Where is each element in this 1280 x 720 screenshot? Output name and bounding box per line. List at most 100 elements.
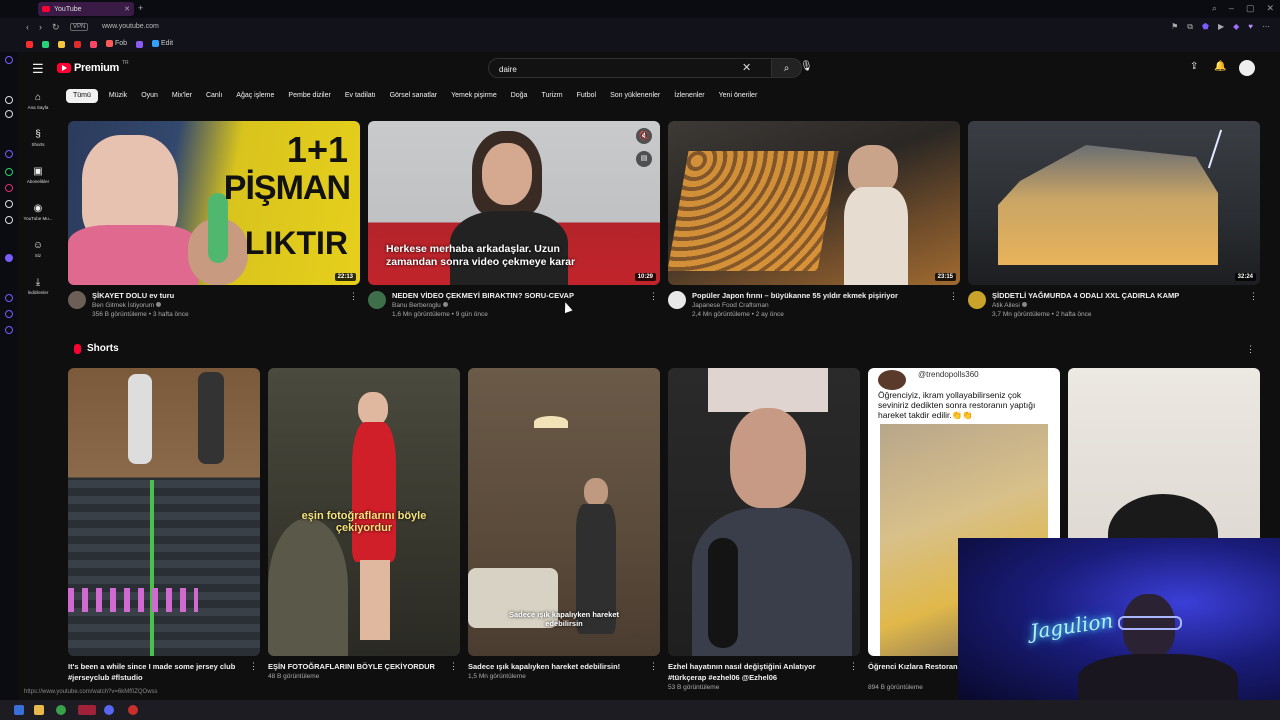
guide-item-subscriptions[interactable]: ▣ Abonelikler [18, 166, 58, 184]
channel-avatar[interactable] [68, 291, 86, 309]
guide-item-shorts[interactable]: § Shorts [18, 129, 58, 147]
heart-icon[interactable]: ♥ [1248, 22, 1253, 32]
short-thumbnail[interactable]: eşin fotoğraflarını böyle çekiyordur [268, 368, 460, 656]
chip[interactable]: Futbol [574, 89, 599, 103]
chip[interactable]: Yeni öneriler [716, 89, 761, 103]
short-card[interactable]: Sadece ışık kapalıyken hareket edebilirs… [468, 368, 660, 680]
short-thumbnail[interactable]: Sadece ışık kapalıyken hareket edebilirs… [468, 368, 660, 656]
bookmark-icon[interactable]: ⚑ [1171, 22, 1178, 32]
video-card[interactable]: 32:24 ŞİDDETLİ YAĞMURDA 4 ODALI XXL ÇADI… [968, 121, 1260, 323]
extension-icon[interactable]: ◆ [1233, 22, 1239, 32]
video-card[interactable]: 23:15 Popüler Japon fırını – büyükanne 5… [668, 121, 960, 323]
chip[interactable]: Yemek pişirme [448, 89, 500, 103]
short-title[interactable]: It's been a while since I made some jers… [68, 661, 244, 683]
microphone-icon[interactable]: 🎙 [800, 61, 813, 72]
shield-icon[interactable]: ⬟ [1202, 22, 1209, 32]
x-icon[interactable] [5, 216, 13, 224]
short-title[interactable]: EŞİN FOTOĞRAFLARINI BÖYLE ÇEKİYORDUR [268, 661, 444, 672]
video-thumbnail[interactable]: 1+1 PİŞMAN LIKTIR 22:13 [68, 121, 360, 285]
more-options-icon[interactable]: ⋮ [849, 661, 858, 672]
chip[interactable]: Tümü [66, 89, 98, 103]
upload-icon[interactable]: ⇪ [1190, 61, 1198, 72]
search-input[interactable] [497, 62, 731, 76]
opera-gx-icon[interactable] [78, 705, 96, 715]
instagram-icon[interactable] [5, 184, 13, 192]
channel-avatar[interactable] [368, 291, 386, 309]
bookmark-fob[interactable]: Fob [106, 40, 127, 47]
video-title[interactable]: ŞİDDETLİ YAĞMURDA 4 ODALI XXL ÇADIRLA KA… [992, 291, 1242, 300]
short-card[interactable]: eşin fotoğraflarını böyle çekiyordur EŞİ… [268, 368, 460, 680]
chip[interactable]: İzlenenler [671, 89, 707, 103]
search-tabs-icon[interactable]: ⌕ [1212, 3, 1217, 14]
sidebar-app-icon[interactable] [5, 326, 13, 334]
tiktok-icon[interactable] [5, 200, 13, 208]
video-thumbnail[interactable]: Herkese merhaba arkadaşlar. Uzun zamanda… [368, 121, 660, 285]
chip[interactable]: Mix'ler [169, 89, 195, 103]
mute-icon[interactable]: 🔇 [636, 128, 652, 144]
bookmark-icon[interactable] [58, 41, 65, 48]
more-options-icon[interactable]: ⋮ [1246, 344, 1255, 355]
chip[interactable]: Müzik [106, 89, 130, 103]
more-options-icon[interactable]: ⋮ [1249, 291, 1258, 302]
video-card[interactable]: Herkese merhaba arkadaşlar. Uzun zamanda… [368, 121, 660, 323]
bookmark-edit[interactable]: Edit [152, 40, 173, 47]
more-options-icon[interactable]: ⋮ [649, 661, 658, 672]
obs-icon[interactable] [128, 705, 138, 715]
bookmark-icon[interactable] [42, 41, 49, 48]
play-icon[interactable]: ▶ [1218, 22, 1224, 32]
chip[interactable]: Ev tadilatı [342, 89, 379, 103]
channel-name[interactable]: Ben Gitmek İstiyorum [92, 302, 162, 309]
menu-icon[interactable]: ⋯ [1262, 22, 1270, 32]
chip[interactable]: Canlı [203, 89, 225, 103]
chip[interactable]: Görsel sanatlar [387, 89, 440, 103]
clear-search-icon[interactable]: ✕ [742, 61, 751, 74]
short-title[interactable]: Ezhel hayatının nasıl değiştiğini Anlatı… [668, 661, 844, 683]
video-title[interactable]: Popüler Japon fırını – büyükanne 55 yıld… [692, 291, 942, 300]
video-card[interactable]: 1+1 PİŞMAN LIKTIR 22:13 ŞİKAYET DOLU ev … [68, 121, 360, 323]
channel-avatar[interactable] [668, 291, 686, 309]
maximize-icon[interactable]: ▢ [1246, 3, 1255, 14]
short-card[interactable]: Ezhel hayatının nasıl değiştiğini Anlatı… [668, 368, 860, 691]
channel-name[interactable]: Japanese Food Craftsman [692, 302, 769, 309]
captions-icon[interactable]: ▤ [636, 151, 652, 167]
chip[interactable]: Pembe diziler [285, 89, 333, 103]
guide-item-home[interactable]: ⌂ Ana Sayfa [18, 92, 58, 110]
sidebar-app-icon[interactable] [5, 96, 13, 104]
chip[interactable]: Son yüklenenler [607, 89, 663, 103]
url-text[interactable]: www.youtube.com [102, 23, 159, 30]
sidebar-app-icon[interactable] [5, 56, 13, 64]
start-icon[interactable] [14, 705, 24, 715]
bookmark-icon[interactable] [74, 41, 81, 48]
messenger-icon[interactable] [5, 150, 13, 158]
guide-item-youtube-music[interactable]: ◉ YouTube Mu... [18, 203, 58, 221]
sidebar-app-icon[interactable] [5, 310, 13, 318]
bookmark-icon[interactable] [90, 41, 97, 48]
tab-youtube[interactable]: YouTube ✕ [38, 2, 134, 16]
more-options-icon[interactable]: ⋮ [349, 291, 358, 302]
whatsapp-icon[interactable] [5, 168, 13, 176]
menu-icon[interactable]: ☰ [32, 61, 44, 77]
chip[interactable]: Oyun [138, 89, 161, 103]
channel-name[interactable]: Atik Ailesi [992, 302, 1027, 309]
reload-icon[interactable]: ↻ [52, 22, 60, 33]
video-title[interactable]: ŞİKAYET DOLU ev turu [92, 291, 342, 300]
youtube-premium-logo[interactable]: Premium TR [57, 60, 129, 74]
short-thumbnail[interactable] [668, 368, 860, 656]
chip[interactable]: Turizm [538, 89, 565, 103]
new-tab-icon[interactable]: + [138, 3, 143, 13]
aria-icon[interactable] [5, 254, 13, 262]
more-options-icon[interactable]: ⋮ [649, 291, 658, 302]
video-thumbnail[interactable]: 32:24 [968, 121, 1260, 285]
video-title[interactable]: NEDEN VİDEO ÇEKMEYİ BIRAKTIN? SORU-CEVAP [392, 291, 642, 300]
close-tab-icon[interactable]: ✕ [124, 5, 130, 13]
youtube-bookmark-icon[interactable] [26, 41, 33, 48]
more-options-icon[interactable]: ⋮ [449, 661, 458, 672]
more-options-icon[interactable]: ⋮ [249, 661, 258, 672]
chrome-icon[interactable] [56, 705, 66, 715]
channel-name[interactable]: Banu Berberoglu [392, 302, 448, 309]
sidebar-app-icon[interactable] [5, 110, 13, 118]
minimize-icon[interactable]: – [1229, 3, 1234, 14]
more-options-icon[interactable]: ⋮ [949, 291, 958, 302]
short-thumbnail[interactable] [68, 368, 260, 656]
short-title[interactable]: Sadece ışık kapalıyken hareket edebilirs… [468, 661, 644, 672]
